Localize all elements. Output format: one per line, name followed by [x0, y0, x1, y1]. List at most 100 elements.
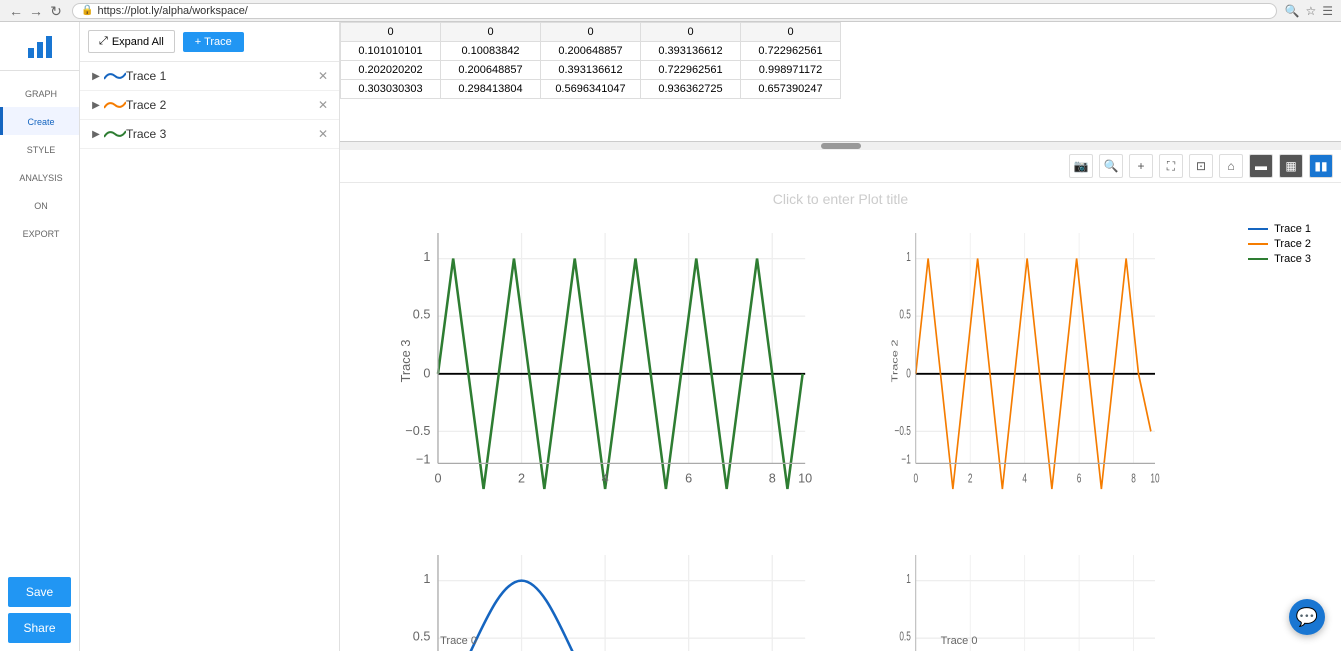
chart-bottom-right: Trace 0 1 0.5 0 −0.5 −1 0 2 4 6 8 10	[841, 545, 1332, 651]
sidebar-create-label: Create	[7, 117, 75, 127]
svg-text:Trace 3: Trace 3	[400, 340, 413, 383]
svg-text:1: 1	[423, 249, 430, 264]
svg-text:0: 0	[913, 472, 918, 486]
svg-text:0: 0	[434, 470, 441, 485]
chart-svg-top-left: 1 0.5 0 −0.5 −1 0 2 4 6 8 10 Trace 3	[400, 233, 831, 515]
sidebar-item-graph[interactable]: GRAPH	[0, 79, 79, 107]
bookmark-icon[interactable]: ☆	[1305, 4, 1316, 18]
svg-text:2: 2	[518, 470, 525, 485]
traces-list: ▶ Trace 1 ✕ ▶ Trace 2 ✕ ▶	[80, 62, 339, 651]
svg-text:−0.5: −0.5	[405, 423, 430, 438]
chat-icon: 💬	[1296, 607, 1318, 628]
expand-all-button[interactable]: ⤢ Expand All	[88, 30, 175, 53]
svg-text:0.5: 0.5	[899, 308, 910, 322]
app-container: GRAPH Create STYLE ANALYSIS ON EXPORT Sa…	[0, 22, 1341, 651]
svg-text:−1: −1	[416, 451, 430, 466]
svg-text:4: 4	[602, 470, 609, 485]
svg-text:0.5: 0.5	[899, 630, 910, 644]
trace-delete-2[interactable]: ✕	[315, 97, 331, 113]
trace-3-name: Trace 3	[126, 127, 315, 141]
expand-all-label: Expand All	[112, 36, 164, 48]
zoom-tool[interactable]: 🔍	[1099, 154, 1123, 178]
svg-text:Trace 2: Trace 2	[891, 340, 900, 383]
home-tool[interactable]: ⌂	[1219, 154, 1243, 178]
plotly-logo[interactable]	[24, 30, 56, 62]
chart-svg-top-right: 1 0.5 0 −0.5 −1 0 2 4 6 8 10 Trace 2	[891, 233, 1172, 515]
menu-icon[interactable]: ☰	[1322, 4, 1333, 18]
expand-icon: ⤢	[99, 35, 108, 48]
sidebar-item-create[interactable]: Create	[0, 107, 79, 135]
svg-text:8: 8	[769, 470, 776, 485]
sidebar-item-export[interactable]: EXPORT	[0, 219, 79, 247]
trace-delete-3[interactable]: ✕	[315, 126, 331, 142]
lock-icon: 🔒	[81, 5, 93, 16]
svg-text:−1: −1	[901, 453, 910, 467]
expand-tool[interactable]: ⛶	[1159, 154, 1183, 178]
svg-text:0: 0	[906, 367, 911, 381]
browser-bar: ← → ↻ 🔒 https://plot.ly/alpha/workspace/…	[0, 0, 1341, 22]
svg-text:1: 1	[906, 250, 911, 264]
share-button[interactable]: Share	[8, 613, 71, 643]
sidebar-divider	[0, 70, 79, 71]
trace-expand-2[interactable]: ▶	[88, 97, 104, 113]
svg-text:4: 4	[1022, 472, 1027, 486]
svg-text:6: 6	[685, 470, 692, 485]
traces-panel: ⤢ Expand All + Trace ▶ Trace 1 ✕ ▶ T	[80, 22, 340, 651]
trace-2-name: Trace 2	[126, 98, 315, 112]
chart-bottom-left: 1 0.5 0 −0.5 −1 0 2 4 6 8 10 Trace 1	[350, 545, 841, 651]
sidebar-item-style[interactable]: STYLE	[0, 135, 79, 163]
back-button[interactable]: ←	[8, 3, 24, 19]
sidebar-on-label: ON	[7, 201, 75, 211]
trace-delete-1[interactable]: ✕	[315, 68, 331, 84]
compress-tool[interactable]: ⊡	[1189, 154, 1213, 178]
chat-bubble[interactable]: 💬	[1289, 599, 1325, 635]
sidebar-item-on[interactable]: ON	[0, 191, 79, 219]
sidebar-style-label: STYLE	[7, 145, 75, 155]
chart-top-left: 1 0.5 0 −0.5 −1 0 2 4 6 8 10 Trace 3	[350, 213, 841, 545]
add-trace-button[interactable]: + Trace	[183, 32, 244, 52]
svg-text:2: 2	[967, 472, 972, 486]
svg-text:10: 10	[798, 470, 812, 485]
browser-navigation: ← → ↻	[8, 3, 64, 19]
trace-item-1: ▶ Trace 1 ✕	[80, 62, 339, 91]
url-text: https://plot.ly/alpha/workspace/	[97, 5, 247, 17]
download-tool[interactable]: ▬	[1249, 154, 1273, 178]
svg-text:6: 6	[1076, 472, 1081, 486]
trace1-line	[438, 580, 803, 651]
grid-tool[interactable]: ▦	[1279, 154, 1303, 178]
traces-header: ⤢ Expand All + Trace	[80, 22, 339, 62]
trace-3-icon	[104, 127, 126, 141]
chart-top-right: 1 0.5 0 −0.5 −1 0 2 4 6 8 10 Trace 2	[841, 213, 1332, 545]
svg-text:1: 1	[423, 571, 430, 586]
data-table: 000000.1010101010.100838420.2006488570.3…	[340, 22, 841, 99]
left-sidebar: GRAPH Create STYLE ANALYSIS ON EXPORT Sa…	[0, 22, 80, 651]
trace-2-icon	[104, 98, 126, 112]
sidebar-item-analysis[interactable]: ANALYSIS	[0, 163, 79, 191]
main-content: 000000.1010101010.100838420.2006488570.3…	[340, 22, 1341, 651]
sidebar-graph-label: GRAPH	[7, 89, 75, 99]
sidebar-analysis-label: ANALYSIS	[7, 173, 75, 183]
chart-area[interactable]: Click to enter Plot title Trace 1 Trace …	[340, 183, 1341, 651]
trace-expand-3[interactable]: ▶	[88, 126, 104, 142]
subplot3-xlabel: Trace 0	[941, 635, 978, 647]
forward-button[interactable]: →	[28, 3, 44, 19]
url-bar[interactable]: 🔒 https://plot.ly/alpha/workspace/	[72, 3, 1277, 19]
search-icon[interactable]: 🔍	[1285, 4, 1300, 18]
scrollbar-thumb	[821, 143, 861, 149]
sidebar-export-label: EXPORT	[7, 229, 75, 239]
data-grid[interactable]: 000000.1010101010.100838420.2006488570.3…	[340, 22, 1341, 142]
svg-text:0.5: 0.5	[413, 307, 431, 322]
refresh-button[interactable]: ↻	[48, 3, 64, 19]
save-button[interactable]: Save	[8, 577, 71, 607]
svg-text:1: 1	[906, 572, 911, 586]
trace-item-3: ▶ Trace 3 ✕	[80, 120, 339, 149]
trace-expand-1[interactable]: ▶	[88, 68, 104, 84]
bar-tool[interactable]: ▮▮	[1309, 154, 1333, 178]
trace-1-icon	[104, 69, 126, 83]
plus-tool[interactable]: +	[1129, 154, 1153, 178]
plot-title[interactable]: Click to enter Plot title	[773, 191, 908, 207]
plot-toolbar: 📷 🔍 + ⛶ ⊡ ⌂ ▬ ▦ ▮▮	[340, 150, 1341, 183]
svg-text:0: 0	[423, 366, 430, 381]
grid-scrollbar[interactable]	[340, 142, 1341, 150]
camera-tool[interactable]: 📷	[1069, 154, 1093, 178]
